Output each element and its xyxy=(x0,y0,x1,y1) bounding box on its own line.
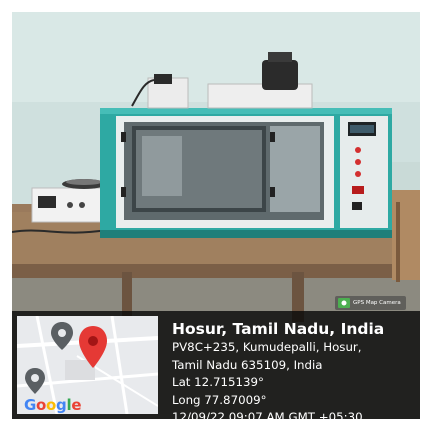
timestamp: 12/09/22 09:07 AM GMT +05:30 xyxy=(172,410,363,424)
latitude: Lat 12.715139° xyxy=(172,375,264,389)
location-title: Hosur, Tamil Nadu, India xyxy=(172,320,385,338)
google-logo: Google xyxy=(24,396,81,414)
address-line-1: PV8C+235, Kumudepalli, Hosur, xyxy=(172,340,362,354)
google-logo-letter: e xyxy=(71,396,82,414)
gps-camera-badge: GPS Map Camera xyxy=(335,296,406,310)
image-frame: GPS Map Camera Google Hosur, Tamil Nadu,… xyxy=(0,0,432,431)
location-info: Hosur, Tamil Nadu, India PV8C+235, Kumud… xyxy=(172,319,384,427)
longitude: Long 77.87009° xyxy=(172,392,267,407)
google-logo-letter: o xyxy=(46,396,57,414)
address-line-2: Tamil Nadu 635109, India xyxy=(172,357,323,372)
badge-label: GPS Map Camera xyxy=(353,300,401,306)
google-logo-letter: g xyxy=(56,396,67,414)
map-camera-icon xyxy=(338,298,350,308)
google-logo-letter: o xyxy=(36,396,47,414)
google-logo-letter: G xyxy=(24,396,37,414)
